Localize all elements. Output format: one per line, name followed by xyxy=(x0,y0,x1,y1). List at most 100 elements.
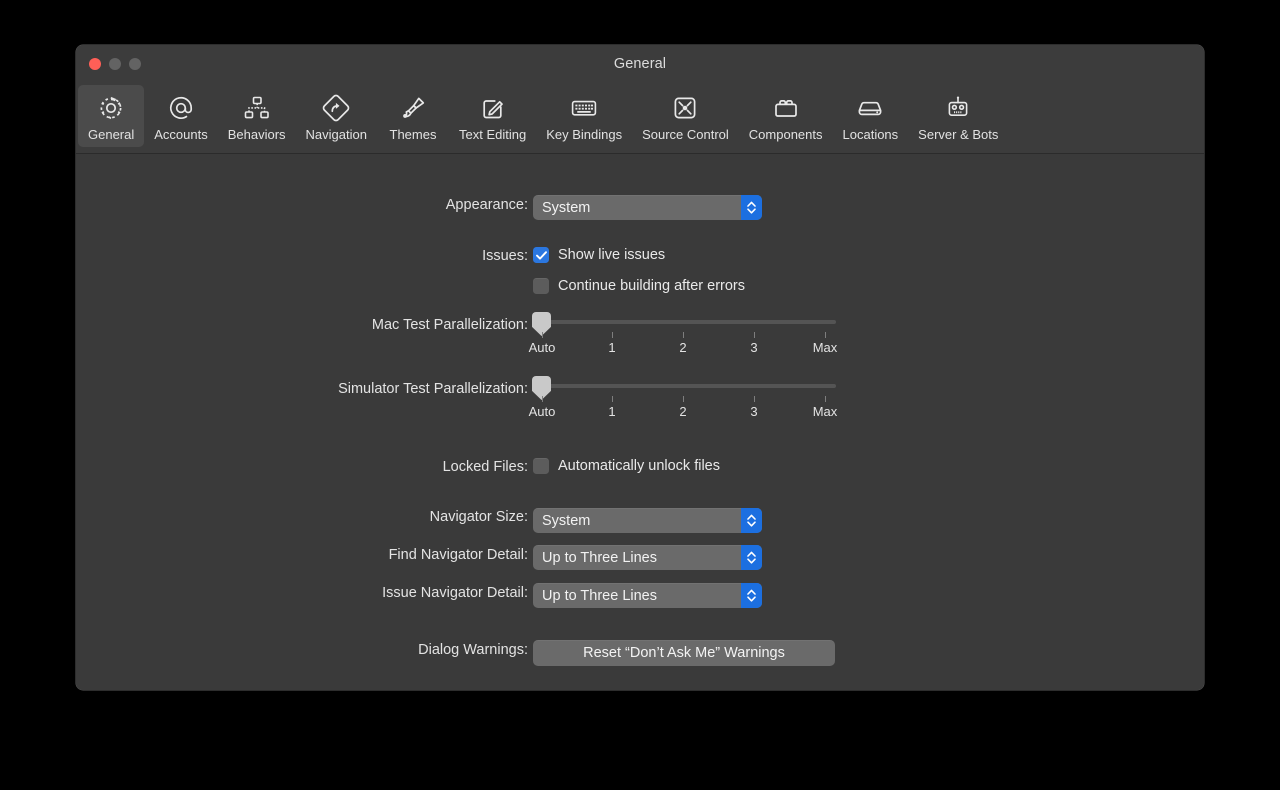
tab-label-behaviors: Behaviors xyxy=(227,127,286,142)
appearance-value: System xyxy=(542,199,591,216)
locked-files-label-wrap: Locked Files: xyxy=(76,459,528,475)
chevron-updown-icon xyxy=(741,545,762,570)
auto-unlock-files-checkbox[interactable] xyxy=(533,458,549,474)
find-navigator-detail-label: Find Navigator Detail: xyxy=(388,547,528,563)
tab-general[interactable]: General xyxy=(78,85,145,147)
slider-tick xyxy=(754,332,755,338)
tab-key-bindings[interactable]: Key Bindings xyxy=(536,85,632,146)
issues-label: Issues: xyxy=(482,248,528,264)
slider-tick xyxy=(542,332,543,338)
locked-files-label: Locked Files: xyxy=(442,459,528,475)
navigator-size-value: System xyxy=(542,512,591,529)
show-live-issues-row[interactable]: Show live issues xyxy=(533,247,665,263)
at-sign-icon xyxy=(164,91,198,125)
tab-server-and-bots[interactable]: Server & Bots xyxy=(908,85,1008,146)
slider-tick-label: 1 xyxy=(608,340,616,355)
paintbrush-icon xyxy=(396,91,430,125)
chevron-updown-icon xyxy=(741,583,762,608)
find-navigator-detail-label-wrap: Find Navigator Detail: xyxy=(76,547,528,563)
tab-accounts[interactable]: Accounts xyxy=(144,85,217,146)
tab-source-control[interactable]: Source Control xyxy=(632,85,739,146)
dialog-warnings-label-wrap: Dialog Warnings: xyxy=(76,642,528,658)
reset-dont-ask-me-warnings-button[interactable]: Reset “Don’t Ask Me” Warnings xyxy=(533,640,835,666)
hard-drive-icon xyxy=(853,91,887,125)
slider-tick-label: 2 xyxy=(679,404,687,419)
simulator-test-parallelization-label: Simulator Test Parallelization: xyxy=(338,381,528,397)
slider-tick-label: 2 xyxy=(679,340,687,355)
toolbox-icon xyxy=(769,91,803,125)
tab-text-editing[interactable]: Text Editing xyxy=(449,85,536,146)
slider-tick-label: Max xyxy=(812,404,838,419)
tab-label-key-bindings: Key Bindings xyxy=(546,127,623,142)
tab-label-navigation: Navigation xyxy=(305,127,367,142)
slider-tick xyxy=(825,332,826,338)
show-live-issues-label: Show live issues xyxy=(558,247,666,263)
tab-label-locations: Locations xyxy=(842,127,899,142)
simulator-test-parallelization-slider[interactable]: Auto 1 2 3 Max xyxy=(528,376,838,424)
general-preferences-pane: Appearance: System Issues: Show live iss… xyxy=(76,154,1204,690)
chevron-updown-icon xyxy=(741,508,762,533)
tab-label-server-and-bots: Server & Bots xyxy=(918,127,999,142)
auto-unlock-files-row[interactable]: Automatically unlock files xyxy=(533,458,720,474)
issue-navigator-detail-label-wrap: Issue Navigator Detail: xyxy=(76,585,528,601)
issue-navigator-detail-label: Issue Navigator Detail: xyxy=(382,585,528,601)
issue-navigator-detail-popup-button[interactable]: Up to Three Lines xyxy=(533,583,762,608)
robot-icon xyxy=(941,91,975,125)
tab-behaviors[interactable]: Behaviors xyxy=(218,85,296,146)
slider-tick xyxy=(683,396,684,402)
pencil-square-icon xyxy=(476,91,510,125)
slider-tick-label: Auto xyxy=(528,404,556,419)
slider-tick xyxy=(542,396,543,402)
slider-track[interactable] xyxy=(532,384,836,388)
slider-tick xyxy=(825,396,826,402)
gear-icon xyxy=(94,91,128,125)
find-navigator-detail-value: Up to Three Lines xyxy=(542,549,657,566)
find-navigator-detail-popup-button[interactable]: Up to Three Lines xyxy=(533,545,762,570)
preferences-toolbar: General Accounts Behaviors Navigation Th… xyxy=(76,85,1204,154)
simulator-test-parallelization-label-wrap: Simulator Test Parallelization: xyxy=(76,381,528,397)
keyboard-icon xyxy=(567,91,601,125)
window-title: General xyxy=(613,56,667,72)
slider-tick-label: 1 xyxy=(608,404,616,419)
appearance-label-wrap: Appearance: xyxy=(76,197,528,213)
slider-tick-label: 3 xyxy=(750,404,758,419)
slider-tick xyxy=(612,396,613,402)
slider-tick xyxy=(683,332,684,338)
slider-tick xyxy=(754,396,755,402)
slider-tick xyxy=(612,332,613,338)
tab-label-text-editing: Text Editing xyxy=(458,127,527,142)
dialog-warnings-label: Dialog Warnings: xyxy=(418,642,528,658)
tab-locations[interactable]: Locations xyxy=(833,85,909,146)
show-live-issues-checkbox[interactable] xyxy=(533,247,549,263)
tab-navigation[interactable]: Navigation xyxy=(296,85,377,146)
tab-label-source-control: Source Control xyxy=(642,127,729,142)
hierarchy-icon xyxy=(240,91,274,125)
continue-building-checkbox[interactable] xyxy=(533,278,549,294)
slider-track[interactable] xyxy=(532,320,836,324)
navigator-size-label-wrap: Navigator Size: xyxy=(76,509,528,525)
issue-navigator-detail-value: Up to Three Lines xyxy=(542,587,657,604)
slider-tick-label: 3 xyxy=(750,340,758,355)
continue-building-row[interactable]: Continue building after errors xyxy=(533,278,745,294)
tab-themes[interactable]: Themes xyxy=(377,85,449,146)
appearance-popup-button[interactable]: System xyxy=(533,195,762,220)
slider-tick-label: Auto xyxy=(528,340,556,355)
preferences-window: General General Accounts Behaviors Navig… xyxy=(76,45,1204,690)
navigator-size-label: Navigator Size: xyxy=(429,509,528,525)
continue-building-label: Continue building after errors xyxy=(558,278,745,294)
tab-components[interactable]: Components xyxy=(739,85,833,146)
title-bar: General xyxy=(76,45,1204,85)
branch-merge-icon xyxy=(668,91,702,125)
mac-test-parallelization-label-wrap: Mac Test Parallelization: xyxy=(76,317,528,333)
tab-label-general: General xyxy=(88,127,135,142)
chevron-updown-icon xyxy=(741,195,762,220)
slider-tick-label: Max xyxy=(812,340,838,355)
auto-unlock-files-label: Automatically unlock files xyxy=(558,458,720,474)
mac-test-parallelization-slider[interactable]: Auto 1 2 3 Max xyxy=(528,312,838,360)
tab-label-components: Components xyxy=(748,127,823,142)
appearance-label: Appearance: xyxy=(445,197,528,213)
mac-test-parallelization-label: Mac Test Parallelization: xyxy=(371,317,528,333)
tab-label-accounts: Accounts xyxy=(154,127,208,142)
navigator-size-popup-button[interactable]: System xyxy=(533,508,762,533)
issues-label-wrap: Issues: xyxy=(76,248,528,264)
